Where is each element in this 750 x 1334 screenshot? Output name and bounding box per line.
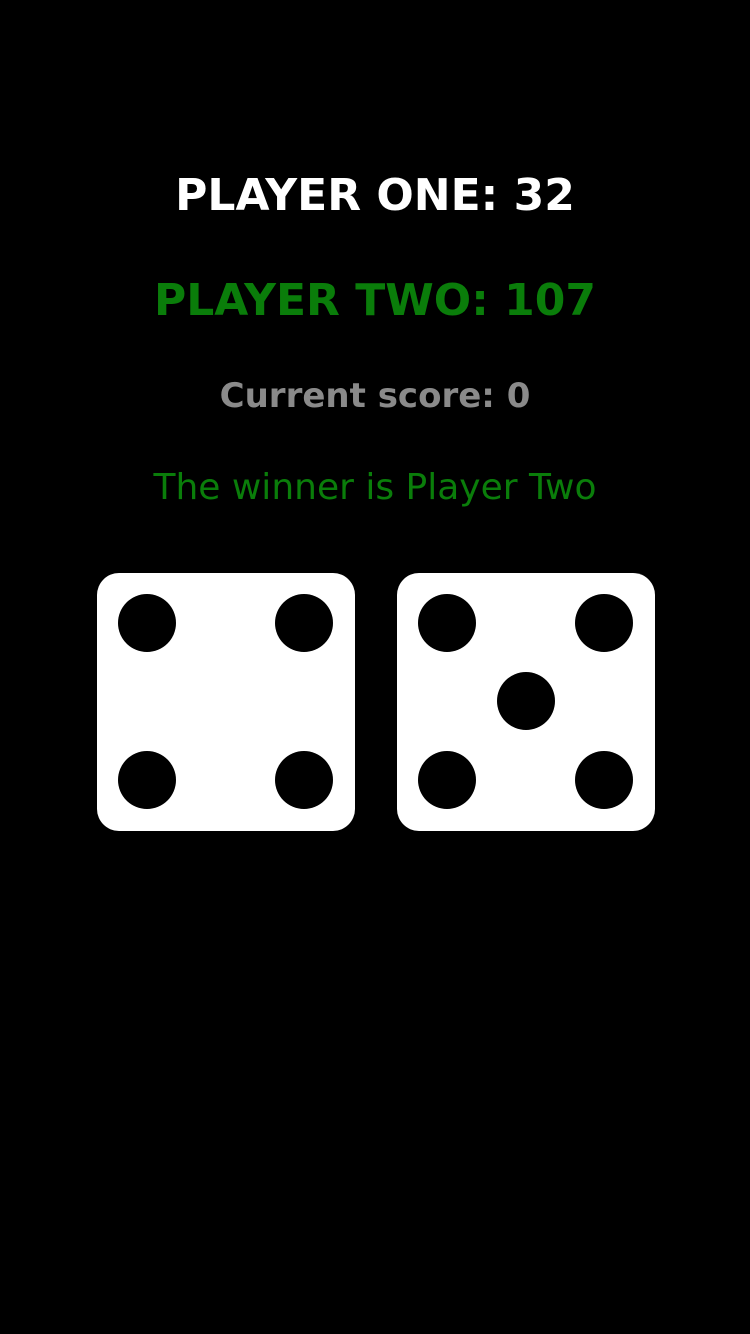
current-score: Current score: 0 xyxy=(219,376,531,416)
die-pip xyxy=(118,594,176,652)
die-two[interactable] xyxy=(397,573,655,831)
die-pip xyxy=(275,751,333,809)
player-two-score: PLAYER TWO: 107 xyxy=(154,275,596,326)
die-pip xyxy=(118,751,176,809)
die-pip xyxy=(575,751,633,809)
die-pip xyxy=(497,672,555,730)
player-one-score: PLAYER ONE: 32 xyxy=(175,170,575,221)
die-pip xyxy=(418,594,476,652)
die-pip xyxy=(418,751,476,809)
die-pip xyxy=(275,594,333,652)
die-pip xyxy=(575,594,633,652)
winner-message: The winner is Player Two xyxy=(153,467,597,508)
die-one[interactable] xyxy=(97,573,355,831)
